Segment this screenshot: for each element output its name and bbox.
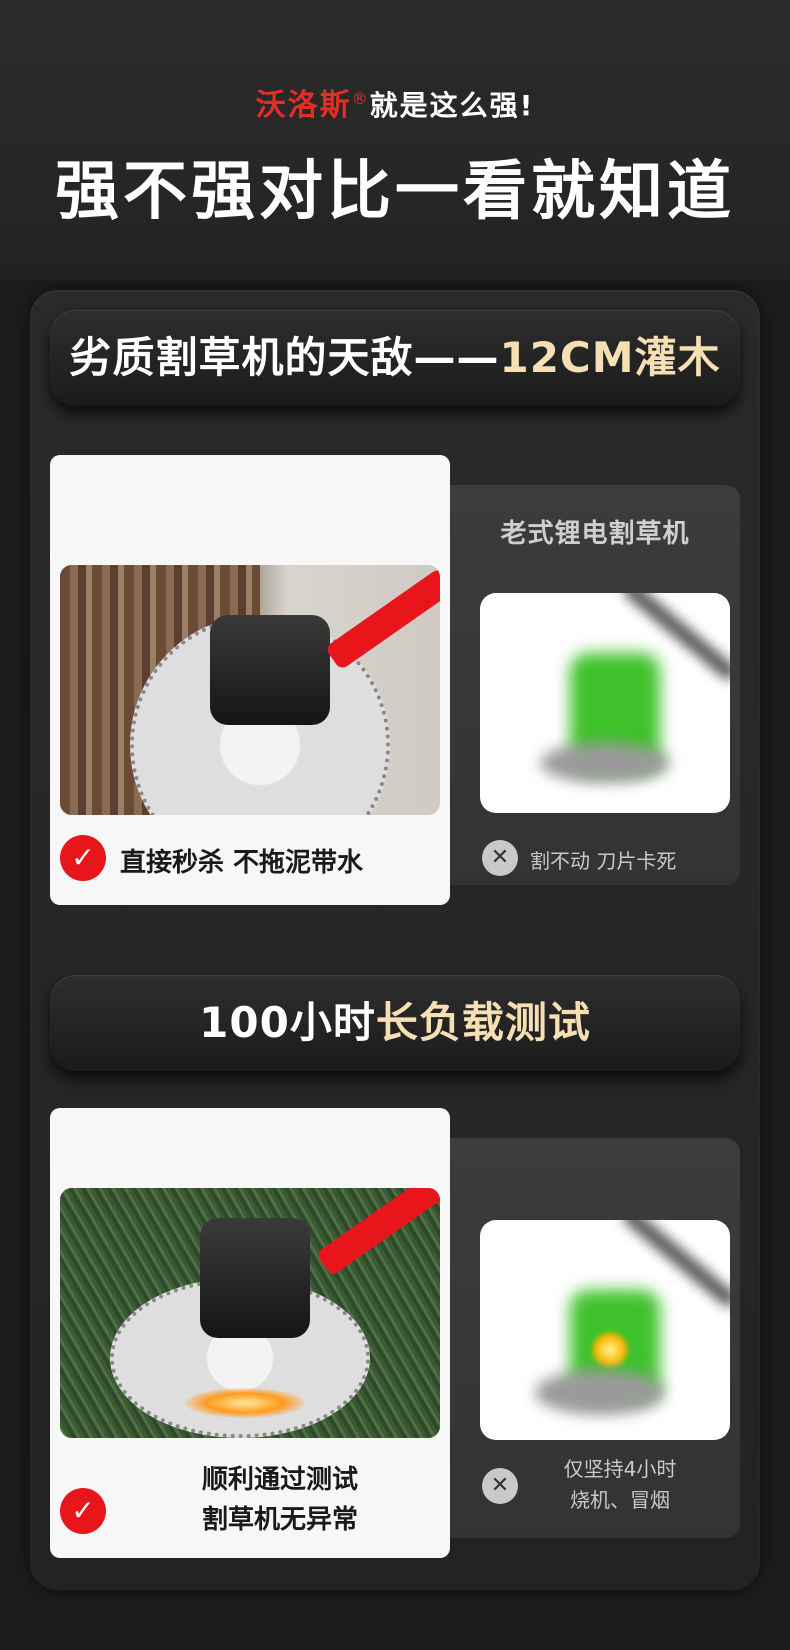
competitor-photo-blurred <box>480 593 730 813</box>
product-card-shrub: ✓ 直接秒杀 不拖泥带水 <box>50 455 450 905</box>
banner-text: 100小时 <box>199 998 376 1047</box>
disc-blur <box>540 743 670 783</box>
registered-mark: ® <box>351 89 370 108</box>
check-icon: ✓ <box>60 835 106 881</box>
good-result-text: 直接秒杀 不拖泥带水 <box>120 848 364 878</box>
good-result-text: 顺利通过测试 割草机无异常 <box>120 1460 440 1540</box>
product-on-grass-photo <box>60 1188 440 1438</box>
brand-slogan: 就是这么强! <box>369 89 535 122</box>
spark-glow <box>185 1388 305 1418</box>
bad-result-text: 割不动 刀片卡死 <box>530 849 677 873</box>
product-cutting-tree-photo <box>60 565 440 815</box>
banner-highlight: 12CM灌木 <box>499 333 721 382</box>
page-title: 强不强对比一看就知道 <box>55 155 735 229</box>
smoke-spark <box>590 1330 630 1370</box>
brand-name: 沃洛斯 <box>255 88 352 123</box>
good-result-line2: 割草机无异常 <box>201 1505 358 1535</box>
section-banner-load-test: 100小时长负载测试 <box>50 975 740 1071</box>
bad-result-line1: 仅坚持4小时 <box>563 1457 677 1481</box>
competitor-card-shrub: 老式锂电割草机 ✕ 割不动 刀片卡死 <box>450 485 740 885</box>
competitor-photo-blurred <box>480 1220 730 1440</box>
banner-highlight: 长负载测试 <box>375 998 591 1047</box>
bad-result-text: 仅坚持4小时 烧机、冒烟 <box>530 1454 710 1516</box>
x-icon: ✕ <box>482 840 518 876</box>
x-icon: ✕ <box>482 1468 518 1504</box>
motor-head <box>200 1218 310 1338</box>
good-result-line1: 顺利通过测试 <box>201 1465 358 1495</box>
hero-header: 沃洛斯®就是这么强! 强不强对比一看就知道 <box>0 0 790 280</box>
check-icon: ✓ <box>60 1488 106 1534</box>
disc-blur <box>535 1370 665 1415</box>
competitor-title: 老式锂电割草机 <box>500 519 690 549</box>
motor-head <box>210 615 330 725</box>
product-card-load-test: ✓ 顺利通过测试 割草机无异常 <box>50 1108 450 1558</box>
bad-result-line2: 烧机、冒烟 <box>570 1488 670 1512</box>
brand-line: 沃洛斯®就是这么强! <box>0 80 790 124</box>
banner-text: 劣质割草机的天敌—— <box>69 333 500 382</box>
section-banner-shrub: 劣质割草机的天敌——12CM灌木 <box>50 310 740 406</box>
competitor-card-load-test: ✕ 仅坚持4小时 烧机、冒烟 <box>450 1138 740 1538</box>
